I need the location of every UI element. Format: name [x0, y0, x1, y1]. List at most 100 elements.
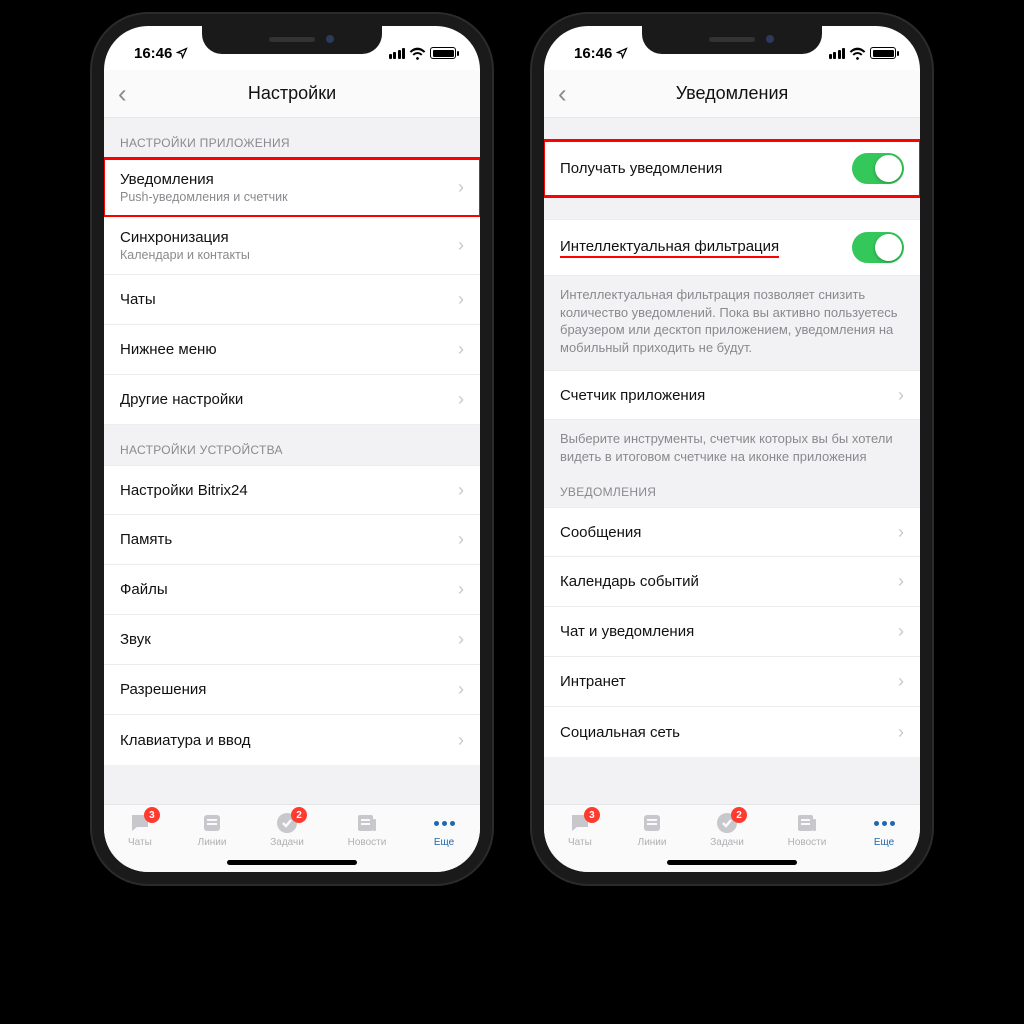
row-title: Чаты [120, 291, 156, 308]
row-receive-notifications[interactable]: Получать уведомления [544, 140, 920, 197]
row-smart-filter[interactable]: Интеллектуальная фильтрация [544, 219, 920, 276]
row-title: Чат и уведомления [560, 623, 694, 640]
chevron-right-icon: › [458, 529, 464, 550]
chevron-right-icon: › [458, 629, 464, 650]
row-title: Счетчик приложения [560, 387, 705, 404]
row-title: Интранет [560, 673, 626, 690]
chevron-right-icon: › [898, 621, 904, 642]
tab-label: Линии [198, 837, 227, 848]
chevron-right-icon: › [898, 722, 904, 743]
home-indicator[interactable] [227, 860, 357, 865]
filter-description: Интеллектуальная фильтрация позволяет сн… [544, 276, 920, 370]
row-title: Звук [120, 631, 151, 648]
row-title: Нижнее меню [120, 341, 217, 358]
row-app-counter[interactable]: Счетчик приложения › [544, 370, 920, 420]
row-memory[interactable]: Память › [104, 515, 480, 565]
tab-lines[interactable]: Линии [198, 811, 227, 848]
nav-bar: ‹ Настройки [104, 70, 480, 118]
chevron-right-icon: › [458, 480, 464, 501]
row-title: Память [120, 531, 172, 548]
back-button[interactable]: ‹ [118, 78, 127, 109]
tab-news[interactable]: Новости [348, 811, 387, 848]
phone-right: 16:46 ‹ Уведомления Получать уведомления… [532, 14, 932, 884]
row-sync[interactable]: Синхронизация Календари и контакты › [104, 217, 480, 275]
row-intranet[interactable]: Интранет › [544, 657, 920, 707]
location-icon [616, 47, 628, 59]
phone-left: 16:46 ‹ Настройки НАСТРОЙКИ ПРИЛОЖЕНИЯ У… [92, 14, 492, 884]
notifications-content[interactable]: Получать уведомления Интеллектуальная фи… [544, 118, 920, 804]
section-header-notifications: УВЕДОМЛЕНИЯ [544, 479, 920, 507]
chevron-right-icon: › [458, 177, 464, 198]
wifi-icon [409, 47, 426, 60]
row-title: Клавиатура и ввод [120, 732, 251, 749]
chevron-right-icon: › [458, 389, 464, 410]
more-icon [434, 821, 455, 826]
tab-label: Чаты [568, 837, 592, 848]
row-messages[interactable]: Сообщения › [544, 507, 920, 557]
tab-news[interactable]: Новости [788, 811, 827, 848]
badge: 3 [584, 807, 600, 823]
chevron-right-icon: › [458, 339, 464, 360]
tab-more[interactable]: Еще [430, 811, 458, 848]
battery-icon [430, 47, 456, 59]
chevron-right-icon: › [458, 730, 464, 751]
news-icon [354, 811, 380, 835]
tab-label: Чаты [128, 837, 152, 848]
home-indicator[interactable] [667, 860, 797, 865]
row-title: Уведомления [120, 171, 288, 188]
status-time: 16:46 [574, 45, 612, 62]
tab-label: Новости [788, 837, 827, 848]
row-title: Синхронизация [120, 229, 250, 246]
tab-tasks[interactable]: 2 Задачи [270, 811, 304, 848]
tab-chats[interactable]: 3 Чаты [126, 811, 154, 848]
chevron-right-icon: › [458, 289, 464, 310]
chevron-right-icon: › [898, 522, 904, 543]
row-title: Получать уведомления [560, 160, 722, 177]
tab-lines[interactable]: Линии [638, 811, 667, 848]
row-title: Настройки Bitrix24 [120, 482, 248, 499]
chevron-right-icon: › [898, 571, 904, 592]
chevron-right-icon: › [898, 385, 904, 406]
tab-tasks[interactable]: 2 Задачи [710, 811, 744, 848]
row-files[interactable]: Файлы › [104, 565, 480, 615]
row-sound[interactable]: Звук › [104, 615, 480, 665]
row-title: Разрешения [120, 681, 206, 698]
counter-description: Выберите инструменты, счетчик которых вы… [544, 420, 920, 479]
lines-icon [639, 811, 665, 835]
tab-more[interactable]: Еще [870, 811, 898, 848]
notch [202, 24, 382, 54]
toggle-receive[interactable] [852, 153, 904, 184]
row-subtitle: Календари и контакты [120, 248, 250, 262]
section-header-app: НАСТРОЙКИ ПРИЛОЖЕНИЯ [104, 118, 480, 158]
signal-icon [829, 48, 846, 59]
row-title: Файлы [120, 581, 168, 598]
news-icon [794, 811, 820, 835]
row-chat-notify[interactable]: Чат и уведомления › [544, 607, 920, 657]
wifi-icon [849, 47, 866, 60]
tab-label: Еще [874, 837, 894, 848]
more-icon [874, 821, 895, 826]
settings-content[interactable]: НАСТРОЙКИ ПРИЛОЖЕНИЯ Уведомления Push-ув… [104, 118, 480, 804]
tab-label: Задачи [270, 837, 304, 848]
section-header-device: НАСТРОЙКИ УСТРОЙСТВА [104, 425, 480, 465]
row-other[interactable]: Другие настройки › [104, 375, 480, 425]
row-social[interactable]: Социальная сеть › [544, 707, 920, 757]
row-chats[interactable]: Чаты › [104, 275, 480, 325]
row-bitrix[interactable]: Настройки Bitrix24 › [104, 465, 480, 515]
tab-label: Новости [348, 837, 387, 848]
row-notifications[interactable]: Уведомления Push-уведомления и счетчик › [104, 158, 480, 217]
row-permissions[interactable]: Разрешения › [104, 665, 480, 715]
row-keyboard[interactable]: Клавиатура и ввод › [104, 715, 480, 765]
row-bottom-menu[interactable]: Нижнее меню › [104, 325, 480, 375]
status-time: 16:46 [134, 45, 172, 62]
row-calendar[interactable]: Календарь событий › [544, 557, 920, 607]
tab-chats[interactable]: 3 Чаты [566, 811, 594, 848]
chevron-right-icon: › [898, 671, 904, 692]
page-title: Настройки [248, 83, 336, 104]
badge: 3 [144, 807, 160, 823]
tab-label: Задачи [710, 837, 744, 848]
toggle-filter[interactable] [852, 232, 904, 263]
tab-label: Еще [434, 837, 454, 848]
back-button[interactable]: ‹ [558, 78, 567, 109]
lines-icon [199, 811, 225, 835]
